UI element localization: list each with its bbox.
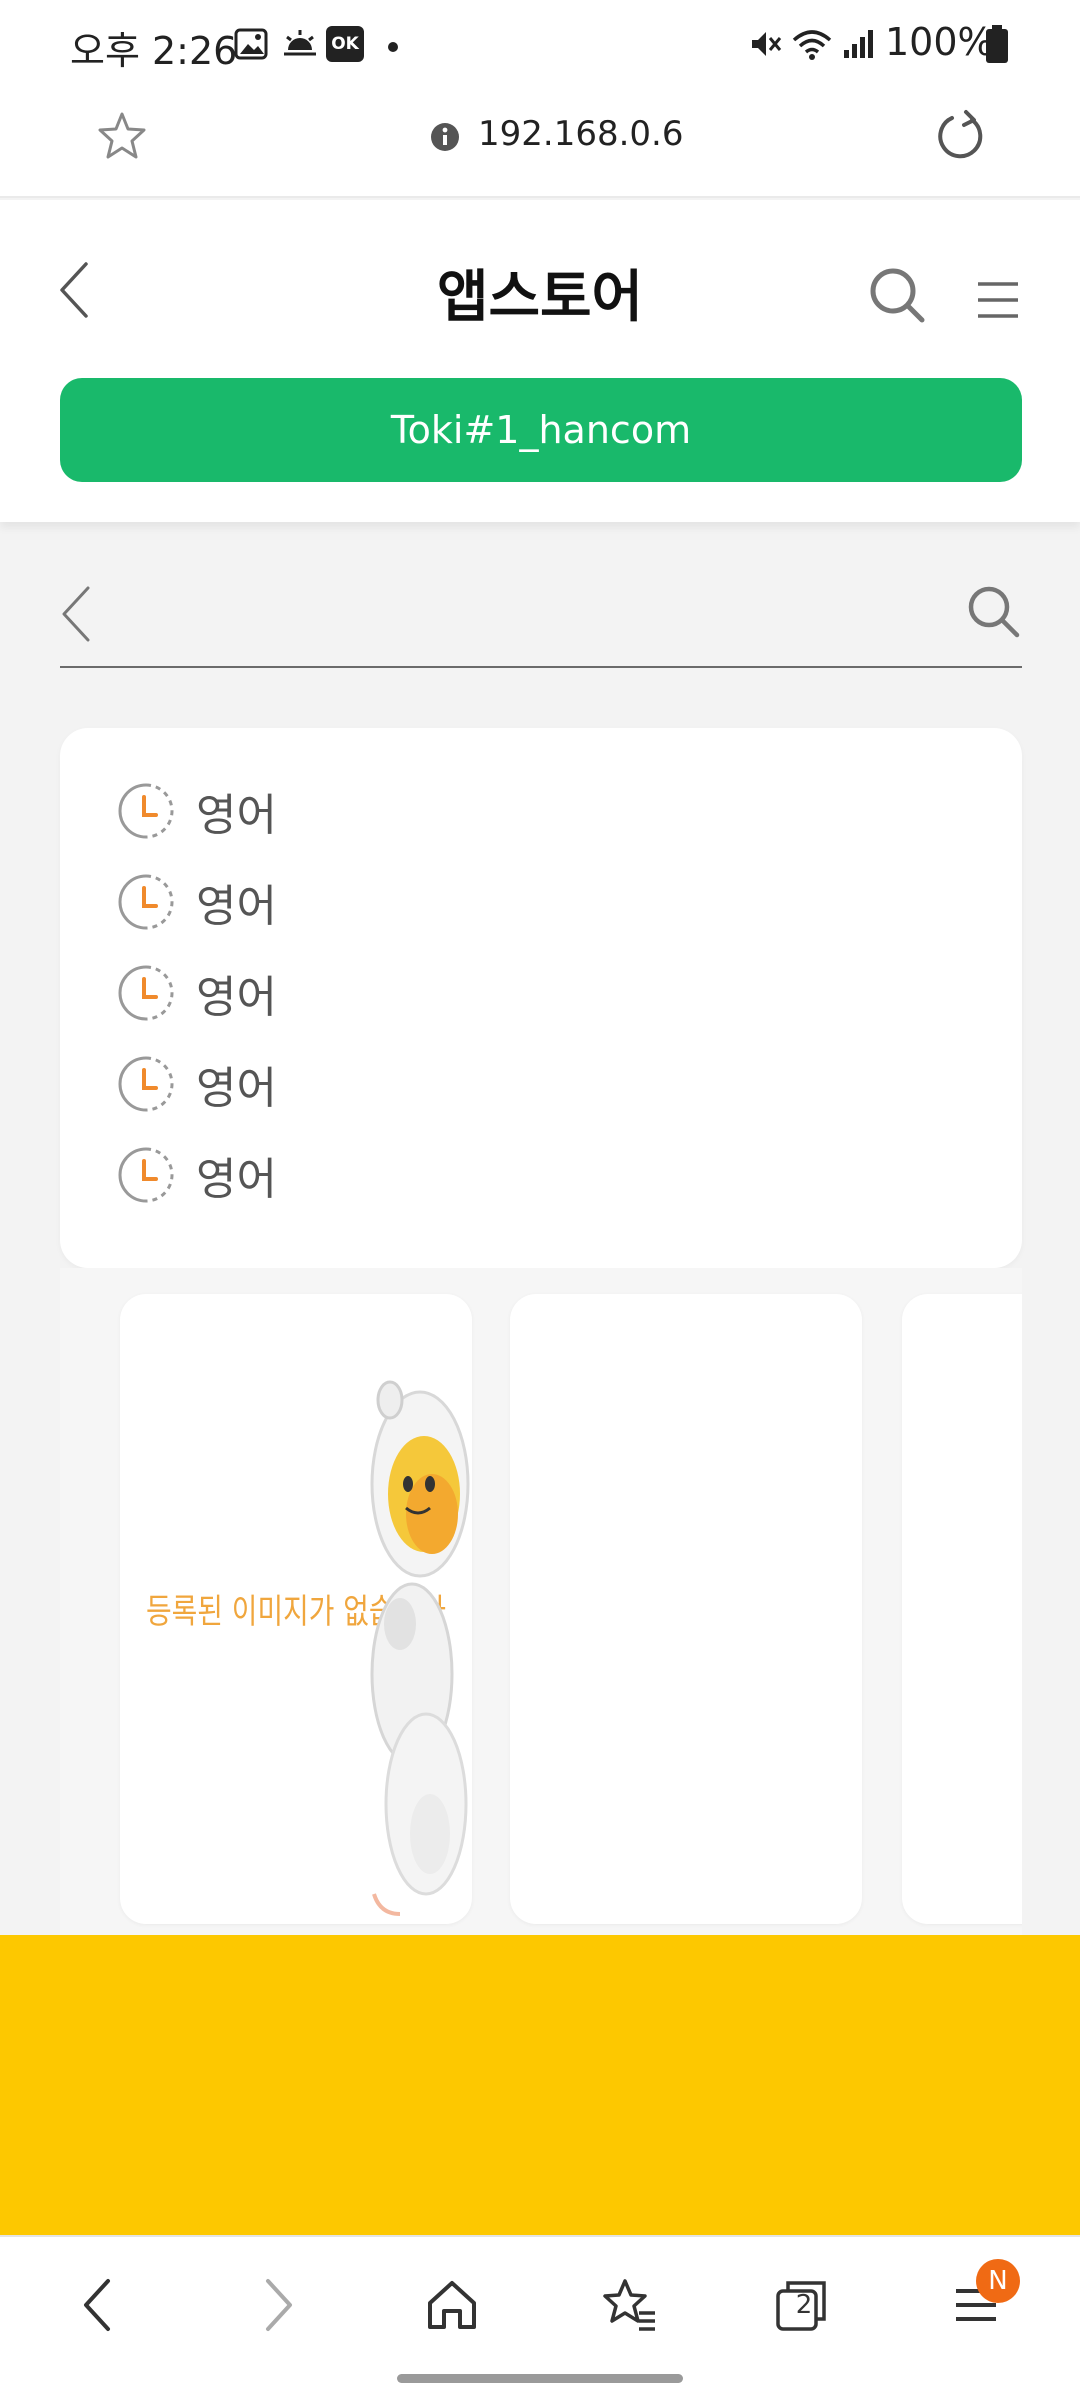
url-text[interactable]: 192.168.0.6: [478, 114, 683, 154]
search-row: [60, 560, 1022, 668]
clock-icon: [118, 965, 174, 1021]
history-item[interactable]: 영어: [118, 867, 277, 937]
battery-percent: 100%: [885, 20, 994, 64]
status-bar: 오후 2:26 OK 100%: [0, 0, 1080, 90]
history-item-label: 영어: [196, 1154, 277, 1205]
wifi-icon: [792, 30, 832, 60]
nav-back-button[interactable]: [58, 2265, 138, 2345]
app-card[interactable]: 등록된 이미지가 없습니다: [120, 1294, 472, 1924]
app-header: 앱스토어 Toki#1_hancom: [0, 200, 1080, 522]
more-notifications-dot: [388, 42, 398, 52]
history-item-label: 영어: [196, 881, 277, 932]
tabs-count: 2: [795, 2290, 813, 2320]
browser-url-bar: 192.168.0.6: [0, 90, 1080, 198]
nav-tabs-button[interactable]: 2: [762, 2265, 842, 2345]
history-item-label: 영어: [196, 972, 277, 1023]
forward-arrow-icon: [266, 2279, 292, 2331]
history-item[interactable]: 영어: [118, 958, 277, 1028]
history-item[interactable]: 영어: [118, 776, 277, 846]
search-history-card: 영어 영어 영어 영어 영어: [60, 728, 1022, 1268]
app-card[interactable]: [902, 1294, 1022, 1924]
back-arrow-icon: [84, 2279, 110, 2331]
clock-icon: [118, 783, 174, 839]
history-item[interactable]: 영어: [118, 1049, 277, 1119]
home-icon: [428, 2281, 476, 2329]
reload-icon[interactable]: [932, 108, 988, 164]
search-input[interactable]: [110, 580, 950, 650]
menu-notification-badge: N: [976, 2259, 1020, 2303]
menu-icon[interactable]: [974, 280, 1022, 320]
clock-icon: [118, 1056, 174, 1112]
nav-home-button[interactable]: [412, 2265, 492, 2345]
bookmark-star-icon[interactable]: [96, 110, 148, 162]
site-info-icon[interactable]: [430, 122, 460, 152]
clock-icon: [118, 874, 174, 930]
battery-icon: [986, 25, 1008, 63]
status-time: 오후 2:26: [70, 29, 238, 73]
account-button[interactable]: Toki#1_hancom: [60, 378, 1022, 482]
search-submit-icon[interactable]: [966, 584, 1022, 640]
home-indicator[interactable]: [397, 2374, 683, 2383]
search-icon[interactable]: [868, 266, 928, 326]
app-card[interactable]: [510, 1294, 862, 1924]
app-carousel[interactable]: 등록된 이미지가 없습니다: [60, 1268, 1022, 1938]
ok-cashbag-icon: OK: [326, 26, 364, 62]
clock-icon: [118, 1147, 174, 1203]
search-back-icon[interactable]: [60, 586, 92, 642]
bookmarks-star-icon: [603, 2279, 655, 2331]
weather-sunrise-icon: [284, 30, 316, 56]
mascot-placeholder-icon: [370, 1380, 470, 1916]
nav-bookmarks-button[interactable]: [588, 2265, 668, 2345]
mute-icon: [752, 32, 782, 56]
gallery-icon: [234, 28, 268, 60]
history-item-label: 영어: [196, 790, 277, 841]
signal-icon: [844, 30, 873, 58]
nav-forward-button[interactable]: [238, 2265, 318, 2345]
promo-banner[interactable]: [0, 1935, 1080, 2235]
history-item[interactable]: 영어: [118, 1140, 277, 1210]
history-item-label: 영어: [196, 1063, 277, 1114]
